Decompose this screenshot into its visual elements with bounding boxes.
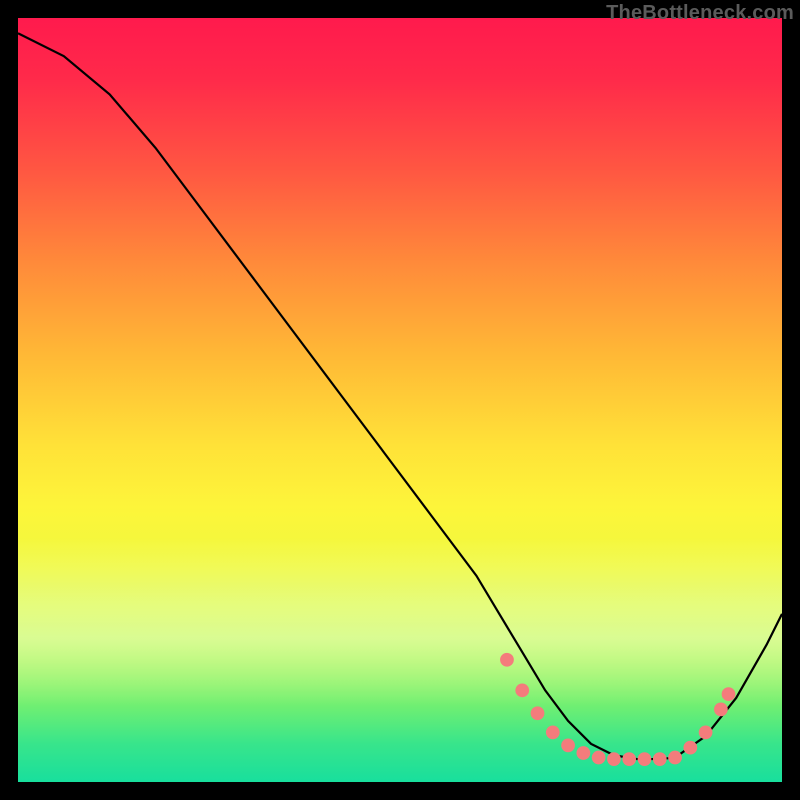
- plot-area: [18, 18, 782, 782]
- valley-dot: [622, 752, 636, 766]
- valley-dot: [722, 687, 736, 701]
- valley-dot: [638, 752, 652, 766]
- valley-dot: [515, 683, 529, 697]
- valley-dot: [561, 738, 575, 752]
- chart-frame: TheBottleneck.com: [0, 0, 800, 800]
- valley-dot: [500, 653, 514, 667]
- attribution-text: TheBottleneck.com: [606, 2, 794, 25]
- valley-dot: [683, 741, 697, 755]
- valley-dot: [592, 751, 606, 765]
- valley-dot: [531, 706, 545, 720]
- valley-dot: [546, 725, 560, 739]
- valley-dot: [576, 746, 590, 760]
- chart-svg: [18, 18, 782, 782]
- bottleneck-curve: [18, 33, 782, 759]
- valley-dot: [653, 752, 667, 766]
- valley-dot: [607, 752, 621, 766]
- valley-dot: [714, 703, 728, 717]
- valley-dot: [668, 751, 682, 765]
- valley-marker-dots: [500, 653, 735, 766]
- valley-dot: [699, 725, 713, 739]
